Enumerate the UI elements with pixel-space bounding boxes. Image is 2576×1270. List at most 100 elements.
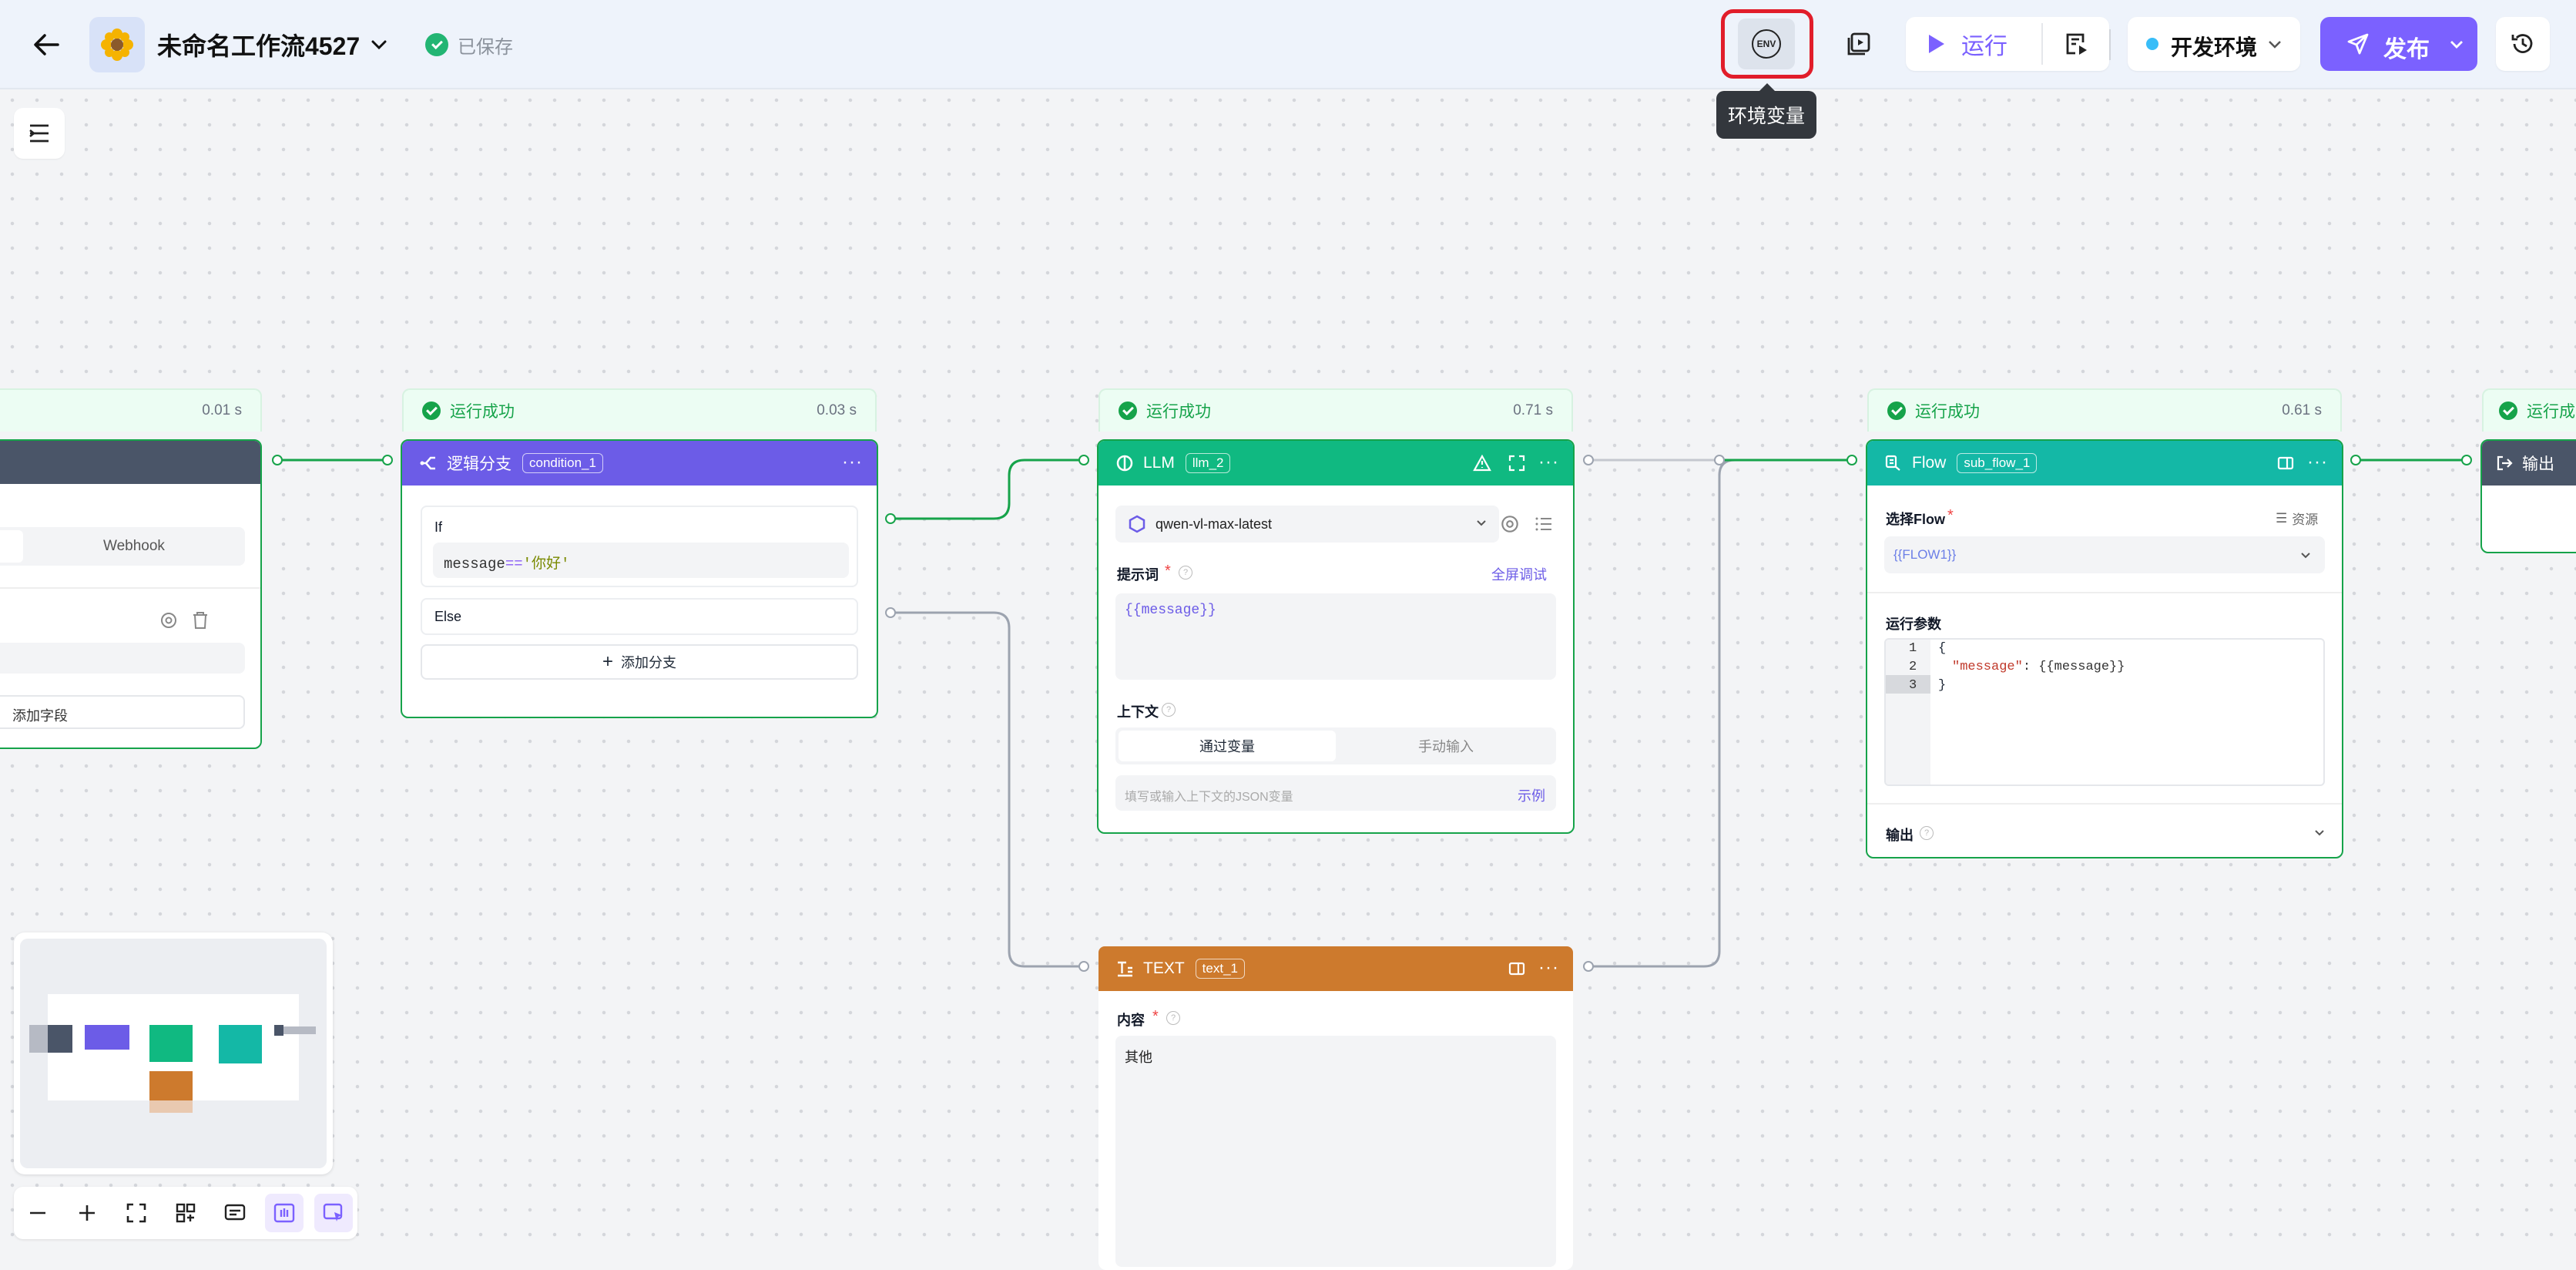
flow-input-port[interactable] xyxy=(1846,455,1857,465)
more-icon[interactable]: ··· xyxy=(2307,452,2328,473)
flow-icon xyxy=(1885,455,1900,471)
env-status-dot xyxy=(2146,38,2158,50)
branch-icon xyxy=(420,456,435,470)
save-status: 已保存 xyxy=(425,29,513,60)
llm-input-port[interactable] xyxy=(1078,455,1089,465)
start-node[interactable]: Webhook 添加字段 xyxy=(0,439,262,749)
add-branch-button[interactable]: + 添加分支 xyxy=(421,644,858,680)
panel-icon[interactable] xyxy=(1508,962,1525,976)
text-input-port[interactable] xyxy=(1078,961,1089,972)
minimap-node xyxy=(48,1025,72,1053)
fullscreen-debug-link[interactable]: 全屏调试 xyxy=(1491,564,1547,584)
prompt-editor[interactable]: {{message}} xyxy=(1115,593,1556,680)
panel-icon[interactable] xyxy=(2277,456,2294,470)
add-field-button[interactable]: 添加字段 xyxy=(0,695,245,729)
else-output-port[interactable] xyxy=(885,607,896,618)
pointer-mode-button[interactable] xyxy=(314,1194,353,1232)
auto-layout-button[interactable] xyxy=(166,1194,205,1232)
environment-select[interactable]: 开发环境 xyxy=(2128,17,2300,71)
text-output-port[interactable] xyxy=(1583,961,1594,972)
chevron-down-icon[interactable] xyxy=(2314,829,2325,837)
publish-button[interactable]: 发布 xyxy=(2320,17,2477,71)
more-icon[interactable]: ··· xyxy=(1538,452,1559,473)
hand-mode-button[interactable] xyxy=(265,1194,304,1232)
text-node[interactable]: TEXT text_1 ··· 内容 * ? 其他 xyxy=(1098,946,1573,1270)
play-icon xyxy=(1929,35,1944,53)
preview-button[interactable] xyxy=(1830,18,1887,69)
env-variables-button[interactable]: ENV xyxy=(1738,18,1795,69)
version-history-button[interactable] xyxy=(2496,17,2550,71)
warning-icon[interactable] xyxy=(1473,455,1491,472)
else-branch[interactable]: Else xyxy=(421,598,858,635)
sidebar-toggle-button[interactable] xyxy=(14,108,65,159)
output-node[interactable]: 输出 xyxy=(2480,439,2576,553)
condition-node[interactable]: 逻辑分支 condition_1 ··· If message=='你好' El… xyxy=(401,439,878,718)
help-icon[interactable]: ? xyxy=(1166,1011,1180,1025)
tab-by-variable[interactable]: 通过变量 xyxy=(1119,731,1336,761)
flow-node[interactable]: Flow sub_flow_1 ··· 选择Flow * ☰ 资源 {{FLOW1… xyxy=(1866,439,2343,858)
list-icon: ☰ xyxy=(2276,510,2288,526)
model-select[interactable]: qwen-vl-max-latest xyxy=(1115,506,1499,543)
llm-node[interactable]: LLM llm_2 ··· qwen-vl-max-latest 提示词 * ?… xyxy=(1097,439,1575,834)
list-icon[interactable] xyxy=(1535,515,1553,533)
gear-icon[interactable] xyxy=(1499,513,1521,535)
condition-input-port[interactable] xyxy=(382,455,393,465)
zoom-out-button[interactable] xyxy=(18,1194,57,1232)
back-button[interactable] xyxy=(28,26,65,63)
flow-output-port[interactable] xyxy=(2350,455,2361,465)
layout-icon xyxy=(176,1203,196,1223)
sunflower-icon xyxy=(101,29,133,61)
flow-select[interactable]: {{FLOW1}} xyxy=(1884,536,2325,573)
condition-status: 运行成功 0.03 s xyxy=(402,388,877,432)
start-node-header xyxy=(0,441,260,484)
more-icon[interactable]: ··· xyxy=(842,452,863,473)
minimap[interactable] xyxy=(14,932,333,1174)
workflow-avatar[interactable] xyxy=(89,17,145,72)
play-square-icon xyxy=(1847,32,1870,55)
fit-view-button[interactable] xyxy=(117,1194,156,1232)
example-link[interactable]: 示例 xyxy=(1518,785,1545,805)
edge-text-flow xyxy=(1588,459,1736,968)
tab-manual-input[interactable]: 手动输入 xyxy=(1337,731,1555,761)
if-branch[interactable]: If message=='你好' xyxy=(421,506,858,587)
condition-expression[interactable]: message=='你好' xyxy=(433,543,849,578)
start-output-port[interactable] xyxy=(272,455,283,465)
workflow-title[interactable]: 未命名工作流4527 xyxy=(157,26,387,63)
minimap-node xyxy=(274,1025,283,1036)
minimap-node xyxy=(219,1025,262,1063)
run-history-button[interactable] xyxy=(2048,17,2106,71)
help-icon[interactable]: ? xyxy=(1920,826,1934,840)
if-output-port[interactable] xyxy=(885,513,896,524)
run-button[interactable]: 运行 xyxy=(1924,17,2007,71)
exit-icon xyxy=(2497,455,2513,471)
check-circle-icon xyxy=(1887,401,1906,420)
flow-divider xyxy=(1867,803,2342,805)
output-status: 运行成 xyxy=(2482,388,2576,432)
trash-icon[interactable] xyxy=(191,610,210,630)
comment-icon xyxy=(224,1204,246,1221)
env-tooltip: 环境变量 xyxy=(1716,91,1816,139)
tab-active[interactable] xyxy=(0,530,23,563)
gear-icon[interactable] xyxy=(159,610,179,630)
params-code-editor[interactable]: 1 2 3 { "message": {{message}} } xyxy=(1884,638,2325,786)
minimap-node xyxy=(149,1100,193,1113)
check-circle-icon xyxy=(422,401,441,420)
tab-webhook[interactable]: Webhook xyxy=(103,538,165,555)
more-icon[interactable]: ··· xyxy=(1538,957,1559,979)
chevron-down-icon xyxy=(1477,520,1486,526)
flow-header: Flow sub_flow_1 ··· xyxy=(1867,441,2342,485)
zoom-in-button[interactable] xyxy=(68,1194,106,1232)
resource-link[interactable]: ☰ 资源 xyxy=(2276,509,2318,528)
llm-output-port[interactable] xyxy=(1583,455,1594,465)
text-content-editor[interactable]: 其他 xyxy=(1115,1036,1556,1267)
help-icon[interactable]: ? xyxy=(1162,703,1176,717)
context-input[interactable]: 填写或输入上下文的JSON变量 示例 xyxy=(1115,775,1556,811)
start-trigger-tabs: Webhook xyxy=(0,527,245,566)
help-icon[interactable]: ? xyxy=(1179,566,1192,580)
comment-button[interactable] xyxy=(216,1194,254,1232)
expand-icon[interactable] xyxy=(1508,455,1525,472)
start-divider xyxy=(0,587,260,589)
output-input-port[interactable] xyxy=(2461,455,2472,465)
start-field-row[interactable] xyxy=(0,643,245,674)
minimap-node xyxy=(283,1026,316,1034)
